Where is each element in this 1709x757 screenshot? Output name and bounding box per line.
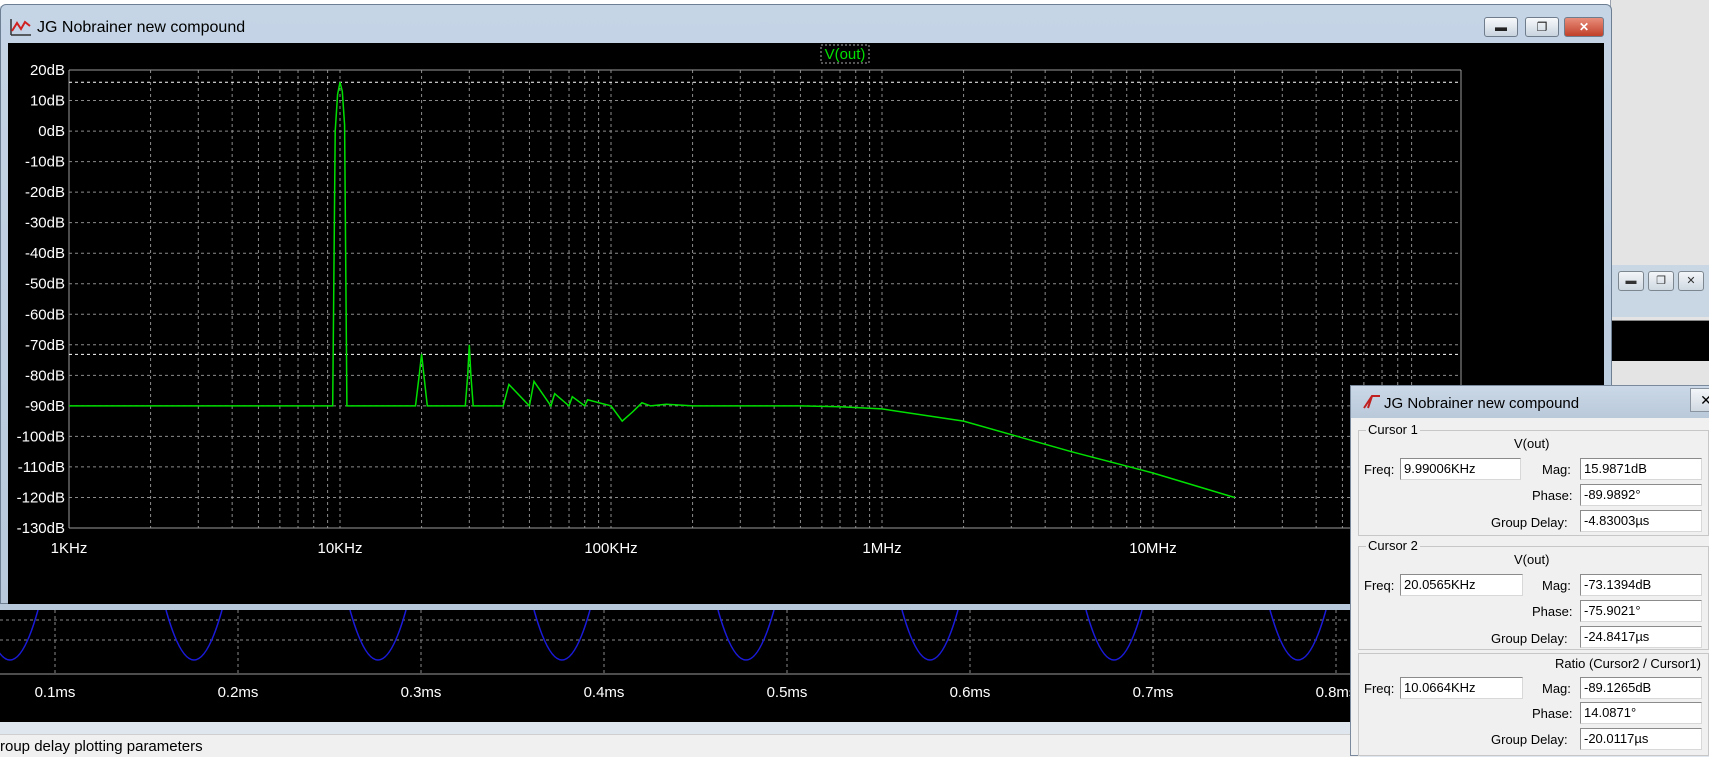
- y-tick-label: 10dB: [30, 93, 65, 110]
- status-text: roup delay plotting parameters: [0, 738, 203, 755]
- background-window-plot: [1612, 320, 1709, 361]
- cursor2-mag-label: Mag:: [1542, 578, 1571, 593]
- cursor1-group-delay-label: Group Delay:: [1491, 515, 1568, 530]
- x-tick-label: 1KHz: [51, 540, 88, 557]
- y-tick-label: 0dB: [38, 123, 65, 140]
- cursor1-trace-label: V(out): [1514, 436, 1550, 451]
- app-icon: [1363, 395, 1380, 409]
- cursor1-phase-label: Phase:: [1532, 488, 1573, 503]
- x-tick-label: 1MHz: [862, 540, 901, 557]
- y-tick-label: -90dB: [25, 398, 65, 415]
- x-tick-label: 0.1ms: [35, 684, 76, 701]
- trace-label: V(out): [825, 46, 866, 63]
- y-tick-label: -40dB: [25, 245, 65, 262]
- bg-close-button[interactable]: ✕: [1678, 271, 1704, 291]
- cursor1-group-delay-field[interactable]: -4.83003µs: [1580, 510, 1702, 532]
- minimize-button[interactable]: ▬: [1484, 17, 1518, 37]
- cursor2-trace-label: V(out): [1514, 552, 1550, 567]
- ratio-phase-field[interactable]: 14.0871°: [1580, 702, 1702, 724]
- cursor2-group-delay-field[interactable]: -24.8417µs: [1580, 626, 1702, 648]
- ratio-phase-label: Phase:: [1532, 706, 1573, 721]
- y-tick-label: -80dB: [25, 367, 65, 384]
- series-line-transient: [0, 609, 1511, 661]
- ratio-mag-label: Mag:: [1542, 681, 1571, 696]
- y-tick-label: -10dB: [25, 154, 65, 171]
- ratio-freq-field[interactable]: 10.0664KHz: [1400, 677, 1523, 699]
- cursor1-heading: Cursor 1: [1366, 422, 1420, 437]
- ratio-mag-field[interactable]: -89.1265dB: [1580, 677, 1702, 699]
- cursor1-mag-label: Mag:: [1542, 462, 1571, 477]
- ratio-heading: Ratio (Cursor2 / Cursor1): [1555, 656, 1701, 671]
- cursor2-freq-label: Freq:: [1364, 578, 1395, 593]
- y-tick-label: 20dB: [30, 62, 65, 79]
- y-tick-label: -20dB: [25, 184, 65, 201]
- x-tick-label: 0.6ms: [950, 684, 991, 701]
- transient-plot-chart[interactable]: 0.1ms 0.2ms 0.3ms 0.4ms 0.5ms 0.6ms 0.7ms 0.8ms: [0, 609, 1511, 722]
- x-tick-label: 100KHz: [584, 540, 637, 557]
- ratio-freq-label: Freq:: [1364, 681, 1395, 696]
- cursor2-mag-field[interactable]: -73.1394dB: [1580, 574, 1702, 596]
- window-title: JG Nobrainer new compound: [37, 19, 246, 36]
- y-tick-label: -70dB: [25, 337, 65, 354]
- cursor2-phase-label: Phase:: [1532, 604, 1573, 619]
- x-tick-label: 0.3ms: [401, 684, 442, 701]
- y-tick-label: -60dB: [25, 306, 65, 323]
- cursor2-group-delay-label: Group Delay:: [1491, 631, 1568, 646]
- cursor2-freq-field[interactable]: 20.0565KHz: [1400, 574, 1523, 596]
- x-tick-label: 0.2ms: [218, 684, 259, 701]
- waveform-app-icon: [10, 19, 31, 36]
- cursor2-heading: Cursor 2: [1366, 538, 1420, 553]
- y-tick-label: -30dB: [25, 215, 65, 232]
- bg-maximize-button[interactable]: ❐: [1648, 271, 1674, 291]
- cursor1-freq-label: Freq:: [1364, 462, 1395, 477]
- x-tick-label: 10MHz: [1129, 540, 1177, 557]
- maximize-button[interactable]: ❐: [1525, 17, 1559, 37]
- background-window-titlebar[interactable]: ▬ ❐ ✕: [1610, 265, 1709, 317]
- y-tick-label: -50dB: [25, 276, 65, 293]
- series-line-vout: [69, 82, 1235, 499]
- y-tick-label: -110dB: [18, 459, 65, 476]
- cursor1-mag-field[interactable]: 15.9871dB: [1580, 458, 1702, 480]
- ratio-group-delay-label: Group Delay:: [1491, 732, 1568, 747]
- bg-minimize-button[interactable]: ▬: [1618, 271, 1644, 291]
- y-tick-label: -120dB: [17, 489, 65, 506]
- y-tick-label: -130dB: [17, 520, 65, 537]
- x-tick-label: 10KHz: [317, 540, 362, 557]
- ratio-group-delay-field[interactable]: -20.0117µs: [1580, 728, 1702, 750]
- close-button[interactable]: ✕: [1564, 17, 1604, 37]
- cursor1-phase-field[interactable]: -89.9892°: [1580, 484, 1702, 506]
- x-tick-label: 0.5ms: [767, 684, 808, 701]
- transient-plot-pane[interactable]: 0.1ms 0.2ms 0.3ms 0.4ms 0.5ms 0.6ms 0.7ms 0.8ms: [0, 609, 1511, 722]
- dialog-close-button[interactable]: ✕: [1690, 388, 1709, 412]
- cursor2-phase-field[interactable]: -75.9021°: [1580, 600, 1702, 622]
- dialog-title: JG Nobrainer new compound: [1384, 395, 1580, 412]
- y-tick-label: -100dB: [17, 428, 65, 445]
- x-tick-label: 0.4ms: [584, 684, 625, 701]
- cursor1-freq-field[interactable]: 9.99006KHz: [1400, 458, 1521, 480]
- x-tick-label: 0.7ms: [1133, 684, 1174, 701]
- status-bar: [0, 734, 1360, 757]
